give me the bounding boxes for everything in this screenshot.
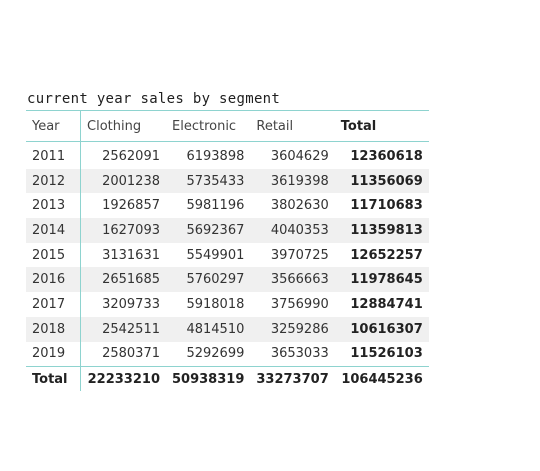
column-header-clothing[interactable]: Clothing [80, 110, 166, 142]
cell-row-total: 10616307 [334, 316, 429, 342]
row-year: 2012 [26, 168, 81, 194]
row-year: 2011 [26, 141, 81, 169]
cell-retail: 3756990 [270, 296, 329, 312]
cell-clothing: 2651685 [80, 267, 166, 293]
table-row: 2018 2542511 4814510 3259286 10616307 [26, 316, 429, 342]
cell-row-total: 11526103 [350, 346, 423, 362]
cell-row-total: 12884741 [350, 296, 423, 312]
row-year: 2016 [26, 267, 81, 293]
cell-electronic: 5692367 [166, 218, 251, 243]
row-year: 2013 [26, 193, 81, 219]
cell-electronic: 5981196 [186, 198, 245, 214]
table-row: 2012 2001238 5735433 3619398 11356069 [26, 168, 429, 194]
cell-retail: 3970725 [270, 247, 329, 263]
table-row: 2016 2651685 5760297 3566663 11978645 [26, 267, 429, 293]
cell-retail: 3619398 [250, 168, 335, 194]
cell-clothing: 2580371 [102, 346, 160, 362]
cell-row-total: 11710683 [350, 198, 423, 214]
column-header-year[interactable]: Year [26, 110, 81, 142]
cell-electronic: 4814510 [166, 316, 251, 342]
cell-electronic: 5918018 [186, 296, 245, 312]
cell-row-total: 11356069 [334, 168, 429, 194]
column-header-retail[interactable]: Retail [250, 110, 335, 142]
column-header-electronic[interactable]: Electronic [166, 110, 251, 142]
table-row: 2013 1926857 5981196 3802630 11710683 [26, 193, 429, 219]
row-year: 2015 [26, 242, 81, 268]
grand-total-clothing: 22233210 [80, 366, 166, 392]
cell-electronic: 5735433 [166, 168, 251, 194]
visual-title: current year sales by segment [27, 91, 281, 107]
cell-row-total: 12360618 [350, 148, 423, 164]
table-row: 2019 2580371 5292699 3653033 11526103 [26, 341, 429, 367]
cell-retail: 3604629 [270, 148, 329, 164]
cell-electronic: 5760297 [166, 267, 251, 293]
row-year: 2019 [26, 341, 81, 367]
table-row: 2015 3131631 5549901 3970725 12652257 [26, 242, 429, 268]
row-year: 2014 [26, 218, 81, 243]
cell-clothing: 2001238 [80, 168, 166, 194]
grand-total-retail: 33273707 [250, 366, 335, 392]
row-year: 2018 [26, 316, 81, 342]
column-header-total[interactable]: Total [334, 110, 429, 142]
row-year: 2017 [26, 292, 81, 317]
header-row: Year Clothing Electronic Retail Total [26, 110, 429, 142]
cell-retail: 3566663 [250, 267, 335, 293]
cell-clothing: 3131631 [102, 247, 160, 263]
cell-retail: 4040353 [250, 218, 335, 243]
cell-retail: 3653033 [270, 346, 329, 362]
cell-row-total: 11978645 [334, 267, 429, 293]
cell-row-total: 12652257 [350, 247, 423, 263]
cell-clothing: 3209733 [102, 296, 160, 312]
table-row: 2011 2562091 6193898 3604629 12360618 [26, 141, 429, 169]
cell-clothing: 2542511 [80, 316, 166, 342]
matrix-visual: current year sales by segment Year Cloth… [26, 88, 429, 392]
cell-retail: 3259286 [250, 316, 335, 342]
cell-retail: 3802630 [270, 198, 329, 214]
cell-electronic: 5549901 [186, 247, 245, 263]
grand-total-electronic: 50938319 [166, 366, 251, 392]
cell-clothing: 1926857 [102, 198, 160, 214]
table-row: 2014 1627093 5692367 4040353 11359813 [26, 218, 429, 243]
sales-matrix-table: Year Clothing Electronic Retail Total 20… [26, 110, 429, 392]
cell-row-total: 11359813 [334, 218, 429, 243]
table-row: 2017 3209733 5918018 3756990 12884741 [26, 292, 429, 317]
cell-electronic: 5292699 [186, 346, 245, 362]
grand-total-row: Total 22233210 50938319 33273707 1064452… [26, 366, 429, 392]
grand-total-overall: 106445236 [334, 366, 429, 392]
cell-clothing: 2562091 [102, 148, 160, 164]
cell-electronic: 6193898 [186, 148, 245, 164]
cell-clothing: 1627093 [80, 218, 166, 243]
grand-total-label: Total [26, 366, 81, 392]
